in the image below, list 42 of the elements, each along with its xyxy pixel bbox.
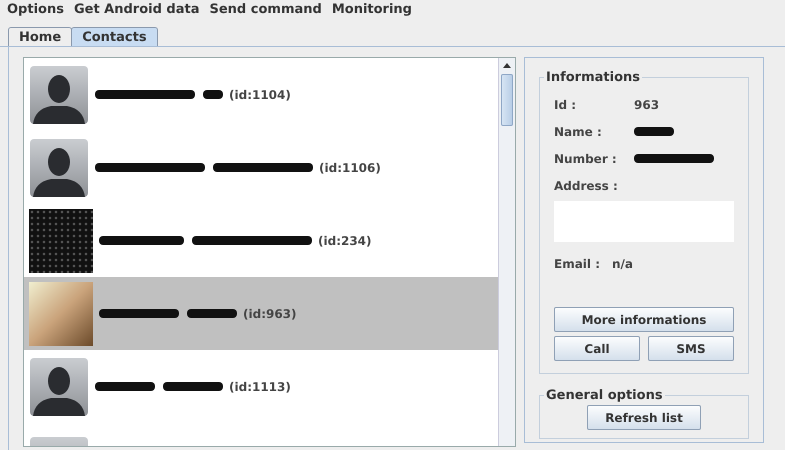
action-button[interactable]: SMS bbox=[648, 336, 734, 361]
contact-row[interactable]: (id:1104) bbox=[24, 58, 498, 131]
contact-id: (id:1104) bbox=[229, 88, 291, 102]
group-title: General options bbox=[545, 388, 664, 403]
person-silhouette-icon bbox=[29, 64, 89, 124]
contact-id: (id:1106) bbox=[319, 160, 381, 174]
person-silhouette-icon bbox=[29, 356, 89, 416]
field-label: Address : bbox=[554, 178, 618, 192]
redacted-picture bbox=[29, 208, 93, 272]
refresh-list-button[interactable]: Refresh list bbox=[587, 405, 701, 430]
menu-item[interactable]: Send command bbox=[204, 2, 327, 17]
menu-item[interactable]: Options bbox=[2, 2, 69, 17]
scrollbar[interactable] bbox=[498, 58, 515, 446]
more-informations-button[interactable]: More informations bbox=[554, 307, 734, 332]
redacted-text bbox=[634, 127, 674, 136]
contact-row[interactable]: (id:963) bbox=[24, 277, 498, 350]
menu-item[interactable]: Monitoring bbox=[326, 2, 417, 17]
contact-id: (id:234) bbox=[318, 234, 372, 248]
field-value: 963 bbox=[634, 98, 660, 112]
person-silhouette-icon bbox=[29, 138, 89, 198]
action-button[interactable]: Call bbox=[554, 336, 640, 361]
contact-row[interactable]: (id:1106) bbox=[24, 131, 498, 204]
contact-row[interactable]: (id:234) bbox=[24, 204, 498, 277]
contact-id: (id:963) bbox=[243, 306, 297, 320]
field-label: Id : bbox=[554, 98, 578, 112]
redacted-text bbox=[163, 382, 223, 391]
redacted-text bbox=[203, 90, 223, 99]
group-title: Informations bbox=[545, 70, 642, 85]
field-label: Email : bbox=[554, 256, 602, 270]
menu-item[interactable]: Get Android data bbox=[68, 2, 204, 17]
field-label: Name : bbox=[554, 124, 603, 138]
redacted-text bbox=[95, 382, 155, 391]
tab[interactable]: Contacts bbox=[71, 27, 158, 46]
field-value: n/a bbox=[612, 256, 634, 270]
photo-placeholder bbox=[29, 282, 93, 346]
scrollbar-thumb[interactable] bbox=[501, 74, 513, 126]
field-label: Number : bbox=[554, 152, 618, 166]
contact-row[interactable]: (id:1113) bbox=[24, 350, 498, 423]
redacted-text bbox=[187, 309, 237, 318]
tab[interactable]: Home bbox=[8, 27, 72, 46]
up-arrow-icon[interactable] bbox=[503, 62, 511, 68]
contact-id: (id:1113) bbox=[229, 380, 291, 394]
